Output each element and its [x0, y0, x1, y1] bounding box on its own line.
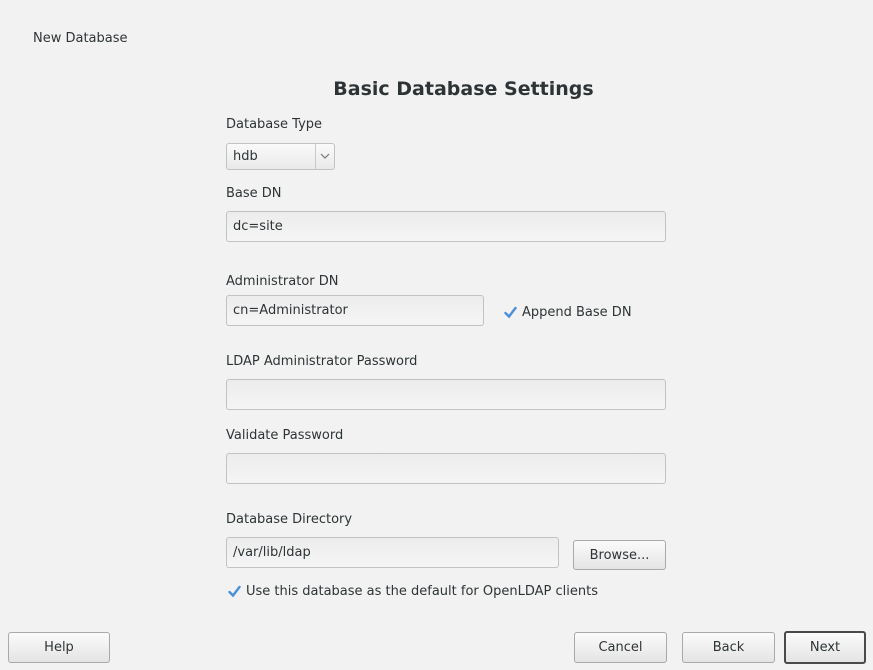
- append-base-dn-label: Append Base DN: [522, 305, 632, 320]
- database-directory-input[interactable]: [226, 537, 559, 568]
- page-heading-text: Basic Database Settings: [333, 78, 594, 100]
- chevron-down-icon: [315, 144, 334, 169]
- base-dn-label: Base DN: [226, 186, 282, 201]
- checkmark-icon: [504, 306, 517, 319]
- administrator-dn-input[interactable]: [226, 295, 484, 326]
- append-base-dn-checkbox[interactable]: Append Base DN: [504, 305, 632, 320]
- admin-password-input[interactable]: [226, 379, 666, 410]
- database-directory-label: Database Directory: [226, 512, 353, 527]
- admin-password-label: LDAP Administrator Password: [226, 354, 418, 369]
- validate-password-input[interactable]: [226, 453, 666, 484]
- back-button[interactable]: Back: [682, 632, 775, 663]
- default-database-label: Use this database as the default for Ope…: [246, 584, 598, 599]
- database-type-select[interactable]: hdb: [226, 143, 335, 170]
- help-button[interactable]: Help: [8, 632, 110, 663]
- administrator-dn-label: Administrator DN: [226, 274, 339, 289]
- database-type-label: Database Type: [226, 117, 323, 132]
- base-dn-input[interactable]: [226, 211, 666, 242]
- database-type-value: hdb: [233, 149, 258, 164]
- default-database-checkbox[interactable]: Use this database as the default for Ope…: [228, 584, 598, 599]
- window-title: New Database: [33, 31, 128, 46]
- checkmark-icon: [228, 585, 241, 598]
- next-button[interactable]: Next: [784, 631, 866, 664]
- validate-password-label: Validate Password: [226, 428, 344, 443]
- page-heading: Basic Database Settings: [0, 78, 873, 100]
- browse-button[interactable]: Browse...: [573, 540, 666, 570]
- cancel-button[interactable]: Cancel: [574, 632, 667, 663]
